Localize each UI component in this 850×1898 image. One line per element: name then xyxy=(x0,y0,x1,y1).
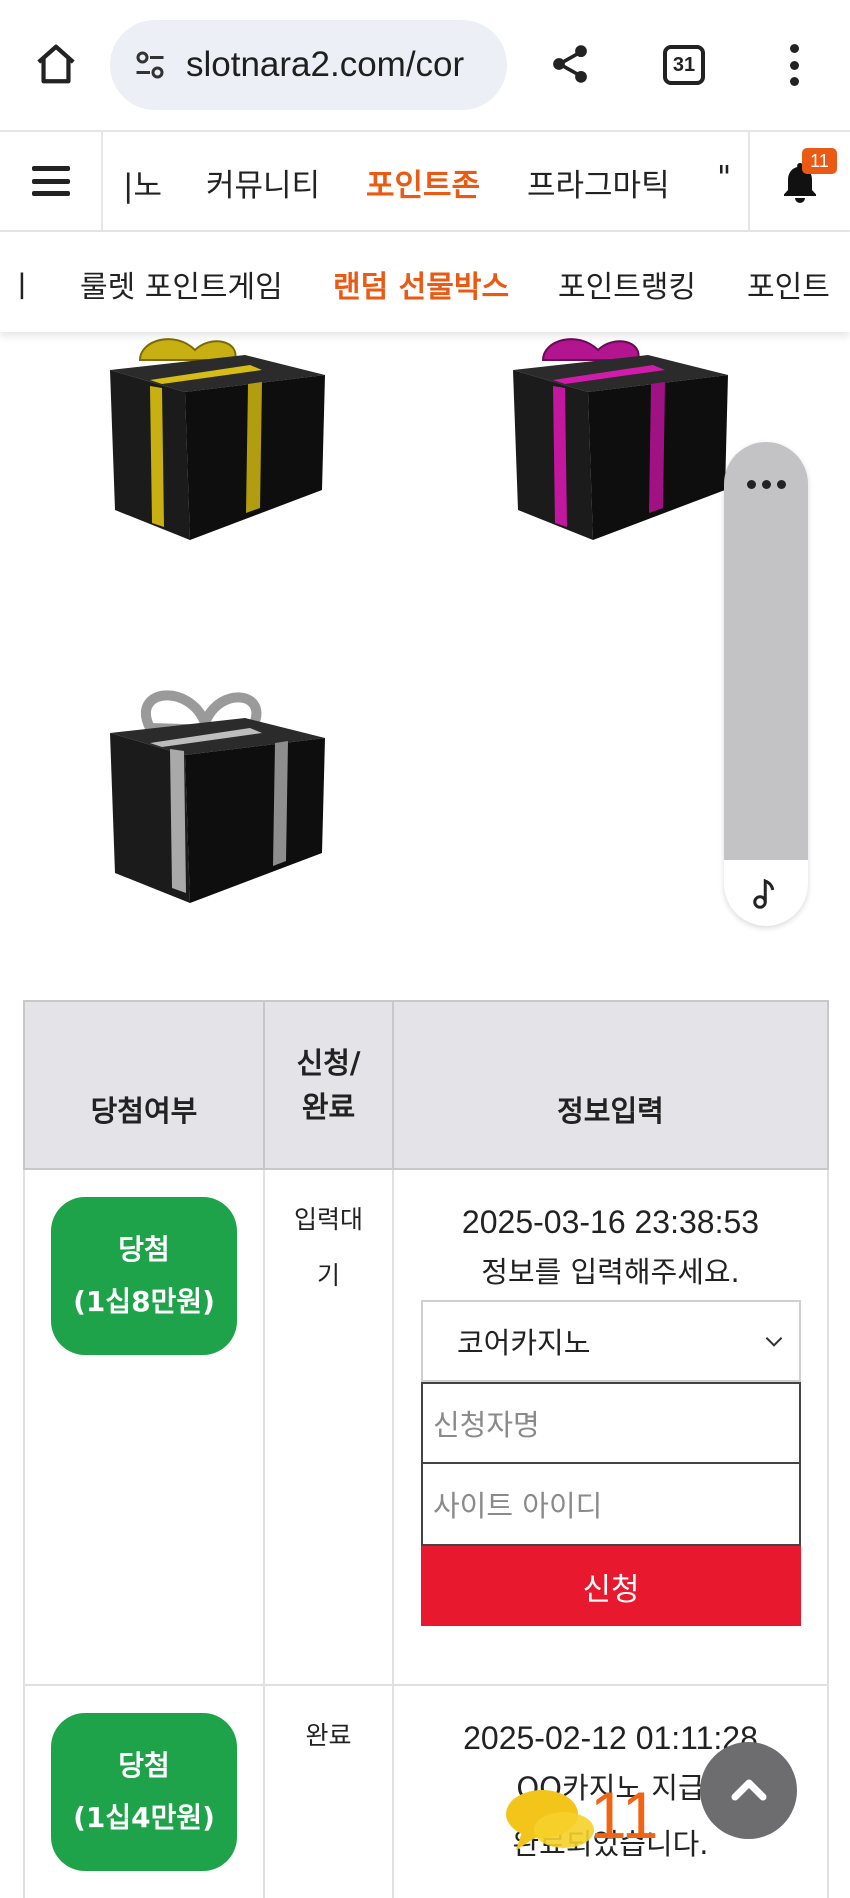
gift-box-silver[interactable] xyxy=(100,683,330,903)
win-date: 2025-03-16 23:38:53 xyxy=(461,1204,760,1240)
site-select[interactable]: 코어카지노 xyxy=(421,1300,801,1382)
scroll-to-top-button[interactable] xyxy=(700,1742,797,1839)
share-icon[interactable] xyxy=(542,36,598,92)
header-apply-line1: 신청/ xyxy=(296,1046,361,1080)
more-horiz-icon[interactable] xyxy=(724,472,808,496)
site-id-input[interactable]: 사이트 아이디 xyxy=(421,1464,801,1546)
main-nav-scroller[interactable]: |노 커뮤니티 포인트존 프라그마틱 " xyxy=(105,132,748,230)
home-icon[interactable] xyxy=(28,36,84,92)
info-message: 정보를 입력해주세요. xyxy=(481,1255,740,1289)
site-settings-icon[interactable] xyxy=(130,45,170,85)
music-note-icon[interactable] xyxy=(724,860,808,926)
result-cell: 당첨 (1십8만원) xyxy=(23,1168,265,1686)
result-cell: 당첨 (1십4만원) xyxy=(23,1684,265,1898)
status-cell: 입력대 기 xyxy=(263,1168,394,1686)
site-main-nav: |노 커뮤니티 포인트존 프라그마틱 " 11 xyxy=(0,130,850,232)
notification-badge: 11 xyxy=(802,148,837,174)
sub-nav-item-random-giftbox[interactable]: 랜덤 선물박스 xyxy=(333,262,509,306)
gift-box-pink[interactable] xyxy=(503,320,733,540)
win-badge-label: 당첨 xyxy=(118,1749,170,1782)
chevron-up-icon xyxy=(731,1779,766,1800)
more-vert-icon[interactable] xyxy=(776,40,812,90)
gift-box-gold[interactable] xyxy=(100,320,330,540)
header-apply-line2: 완료 xyxy=(301,1090,356,1124)
table-row: 당첨 (1십8만원) 입력대 기 2025-03-16 23:38:53 정보를… xyxy=(23,1168,829,1686)
win-badge: 당첨 (1십4만원) xyxy=(51,1713,237,1871)
header-info: 정보입력 xyxy=(392,1000,829,1170)
tabs-icon[interactable]: 31 xyxy=(663,45,705,85)
site-select-value: 코어카지노 xyxy=(457,1326,591,1360)
nav-item-more[interactable]: " xyxy=(717,160,731,196)
floating-side-panel[interactable] xyxy=(724,442,808,926)
sub-nav-item-partial[interactable]: ㅣ xyxy=(8,262,36,306)
win-badge-amount: (1십4만원) xyxy=(73,1801,215,1834)
nav-item-pragmatic[interactable]: 프라그마틱 xyxy=(527,160,670,205)
header-result: 당첨여부 xyxy=(23,1000,265,1170)
tab-count: 31 xyxy=(672,53,696,76)
status-cell: 완료 xyxy=(263,1684,394,1898)
address-bar[interactable]: slotnara2.com/cor xyxy=(110,20,507,110)
status-line2: 기 xyxy=(316,1261,340,1290)
info-cell: 2025-03-16 23:38:53 정보를 입력해주세요. 코어카지노 신청… xyxy=(392,1168,829,1686)
win-badge-amount: (1십8만원) xyxy=(73,1285,215,1318)
hamburger-menu-icon[interactable] xyxy=(0,132,103,230)
status-text: 완료 xyxy=(305,1721,352,1750)
nav-item-community[interactable]: 커뮤니티 xyxy=(206,160,320,205)
chevron-down-icon xyxy=(765,1337,783,1347)
sub-nav-item-point-ranking[interactable]: 포인트랭킹 xyxy=(558,262,696,306)
site-sub-nav: ㅣ 룰렛 포인트게임 랜덤 선물박스 포인트랭킹 포인트 xyxy=(0,232,850,332)
status-line1: 입력대 xyxy=(293,1205,363,1234)
applicant-name-input[interactable]: 신청자명 xyxy=(421,1382,801,1464)
chat-count: 11 xyxy=(590,1778,659,1852)
win-badge: 당첨 (1십8만원) xyxy=(51,1197,237,1355)
sub-nav-item-roulette[interactable]: 룰렛 포인트게임 xyxy=(80,262,283,306)
nav-item-pointzone[interactable]: 포인트존 xyxy=(366,160,480,205)
win-badge-label: 당첨 xyxy=(118,1233,170,1266)
nav-item-casino[interactable]: |노 xyxy=(123,160,162,205)
table-header-row: 당첨여부 신청/ 완료 정보입력 xyxy=(23,1000,829,1170)
notification-button[interactable]: 11 xyxy=(748,132,850,230)
status-text: 입력대 기 xyxy=(265,1170,392,1304)
browser-toolbar: slotnara2.com/cor 31 xyxy=(0,0,850,130)
sub-nav-item-point[interactable]: 포인트 xyxy=(747,262,830,306)
header-apply: 신청/ 완료 xyxy=(263,1000,394,1170)
submit-button[interactable]: 신청 xyxy=(421,1546,801,1626)
url-text: slotnara2.com/cor xyxy=(186,45,465,84)
